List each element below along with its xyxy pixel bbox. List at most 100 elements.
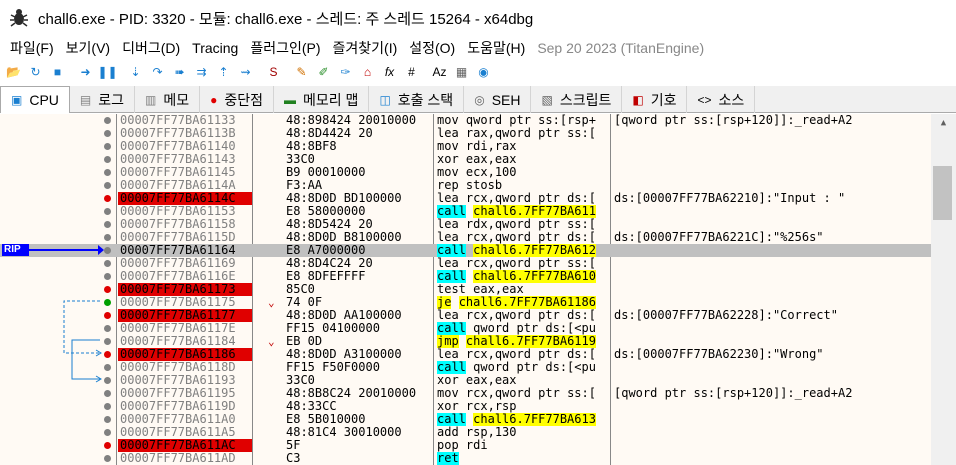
- row-mnemonic: rep: [437, 179, 459, 192]
- calculator-icon[interactable]: ▦: [452, 62, 471, 82]
- row-mnemonic: mov: [437, 114, 459, 127]
- breakpoint-dot-icon[interactable]: [104, 299, 111, 306]
- breakpoint-dot-icon[interactable]: [104, 377, 111, 384]
- row-operands: rcx,qword ptr ds:[: [465, 348, 596, 361]
- function-icon[interactable]: fx: [380, 62, 399, 82]
- breakpoint-dot-icon[interactable]: [104, 429, 111, 436]
- row-instruction: rep stosb: [437, 179, 610, 192]
- menu-item-7[interactable]: 도움말(H): [461, 38, 531, 58]
- comment-icon[interactable]: ✐: [314, 62, 333, 82]
- row-mnemonic: xor: [437, 400, 459, 413]
- row-operands: chall6.7FF77BA6119: [465, 335, 596, 348]
- tab-label: 호출 스택: [397, 91, 454, 108]
- breakpoint-dot-icon[interactable]: [104, 416, 111, 423]
- menu-item-4[interactable]: 플러그인(P): [244, 38, 326, 58]
- breakpoint-dot-icon[interactable]: [104, 351, 111, 358]
- breakpoint-dot-icon[interactable]: [104, 325, 111, 332]
- restart-icon[interactable]: ↻: [26, 62, 45, 82]
- tab-label: 메모: [163, 91, 190, 108]
- row-mnemonic: lea: [437, 127, 459, 140]
- hash-icon[interactable]: #: [402, 62, 421, 82]
- row-instruction: lea rcx,qword ptr ds:[: [437, 231, 610, 244]
- breakpoint-dot-icon[interactable]: [104, 273, 111, 280]
- breakpoint-dot-icon[interactable]: [104, 312, 111, 319]
- tab-label: 메모리 맵: [303, 91, 359, 108]
- breakpoint-dot-icon[interactable]: [104, 455, 111, 462]
- row-operands: chall6.7FF77BA613: [473, 413, 596, 426]
- breakpoint-dot-icon[interactable]: [104, 143, 111, 150]
- breakpoint-dot-icon[interactable]: [104, 156, 111, 163]
- tab-log[interactable]: ▤ 로그: [70, 86, 136, 113]
- cpu-disassembly-view[interactable]: 00007FF77BA61133 48:898424 20010000 mov qw…: [0, 114, 956, 465]
- tab-symbols[interactable]: ◧ 기호: [622, 86, 688, 113]
- menu-item-1[interactable]: 보기(V): [60, 38, 116, 58]
- row-mnemonic: lea: [437, 231, 459, 244]
- menu-item-5[interactable]: 즐겨찾기(I): [327, 38, 404, 58]
- scroll-up-icon[interactable]: ▲: [931, 114, 956, 131]
- scylla-icon[interactable]: S: [264, 62, 283, 82]
- breakpoint-dot-icon[interactable]: [104, 169, 111, 176]
- vertical-scrollbar[interactable]: ▲: [931, 114, 956, 465]
- tab-breakpoint[interactable]: ● 중단점: [200, 86, 275, 113]
- pause-icon[interactable]: ❚❚: [97, 62, 117, 82]
- window-title: chall6.exe - PID: 3320 - 모듈: chall6.exe …: [38, 10, 534, 28]
- open-icon[interactable]: 📂: [4, 62, 23, 82]
- breakpoint-dot-icon[interactable]: [104, 390, 111, 397]
- step-over-icon[interactable]: ↷: [148, 62, 167, 82]
- breakpoint-dot-icon[interactable]: [104, 338, 111, 345]
- breakpoint-dot-icon[interactable]: [104, 130, 111, 137]
- tab-label: SEH: [491, 91, 521, 108]
- breakpoint-dot-icon[interactable]: [104, 195, 111, 202]
- row-instruction: mov rcx,qword ptr ss:[: [437, 387, 610, 400]
- tab-notes[interactable]: ▥ 메모: [135, 86, 201, 113]
- row-instruction: jmp chall6.7FF77BA6119: [437, 335, 610, 348]
- breakpoint-dot-icon[interactable]: [104, 182, 111, 189]
- breakpoint-dot-icon[interactable]: [104, 364, 111, 371]
- stop-icon[interactable]: ■: [48, 62, 67, 82]
- label-icon[interactable]: ✑: [336, 62, 355, 82]
- row-mnemonic: test: [437, 283, 466, 296]
- tab-memory-map[interactable]: ▬ 메모리 맵: [274, 86, 370, 113]
- menu-item-3[interactable]: Tracing: [186, 40, 244, 56]
- tab-source[interactable]: <> 소스: [687, 86, 756, 113]
- trace-into-icon[interactable]: ➠: [170, 62, 189, 82]
- menu-item-6[interactable]: 설정(O): [403, 38, 461, 58]
- menu-item-0[interactable]: 파일(F): [4, 38, 60, 58]
- row-instruction: je chall6.7FF77BA61186: [437, 296, 610, 309]
- row-instruction: lea rcx,qword ptr ds:[: [437, 348, 610, 361]
- breakpoint-dot-icon[interactable]: [104, 247, 111, 254]
- bookmark-icon[interactable]: ⌂: [358, 62, 377, 82]
- menu-item-2[interactable]: 디버그(D): [116, 38, 186, 58]
- globe-icon[interactable]: ◉: [474, 62, 493, 82]
- tab-seh[interactable]: ◎ SEH: [464, 86, 532, 113]
- breakpoint-dot-icon[interactable]: [104, 403, 111, 410]
- jump-direction-icon: ⌄: [268, 335, 275, 348]
- run-to-user-code-icon[interactable]: ⇝: [236, 62, 255, 82]
- breakpoint-dot-icon[interactable]: [104, 208, 111, 215]
- tab-script[interactable]: ▧ 스크립트: [531, 86, 623, 113]
- breakpoint-dot-icon[interactable]: [104, 260, 111, 267]
- row-instruction: call qword ptr ds:[<pu: [437, 322, 610, 335]
- breakpoint-dot-icon[interactable]: [104, 221, 111, 228]
- breakpoint-dot-icon[interactable]: [104, 117, 111, 124]
- script-icon: ▧: [541, 92, 553, 107]
- row-mnemonic: xor: [437, 374, 459, 387]
- x64dbg-bug-icon: [8, 7, 30, 29]
- tab-cpu[interactable]: ▣ CPU: [0, 86, 70, 113]
- trace-over-icon[interactable]: ⇉: [192, 62, 211, 82]
- breakpoint-dot-icon[interactable]: [104, 442, 111, 449]
- strings-icon[interactable]: Az: [430, 62, 449, 82]
- disasm-row[interactable]: 00007FF77BA611AD C3 ret: [0, 452, 931, 465]
- row-operands: eax,eax: [465, 153, 517, 166]
- breakpoint-dot-icon[interactable]: [104, 286, 111, 293]
- cpu-icon: ▣: [11, 93, 23, 107]
- patch-icon[interactable]: ✎: [292, 62, 311, 82]
- breakpoint-dot-icon[interactable]: [104, 234, 111, 241]
- row-mnemonic: je: [437, 296, 452, 309]
- run-icon[interactable]: ➜: [76, 62, 95, 82]
- tab-call-stack[interactable]: ◫ 호출 스택: [369, 86, 465, 113]
- execute-till-return-icon[interactable]: ⇡: [214, 62, 233, 82]
- step-into-icon[interactable]: ⇣: [126, 62, 145, 82]
- scroll-thumb[interactable]: [933, 166, 952, 220]
- row-instruction: pop rdi: [437, 439, 610, 452]
